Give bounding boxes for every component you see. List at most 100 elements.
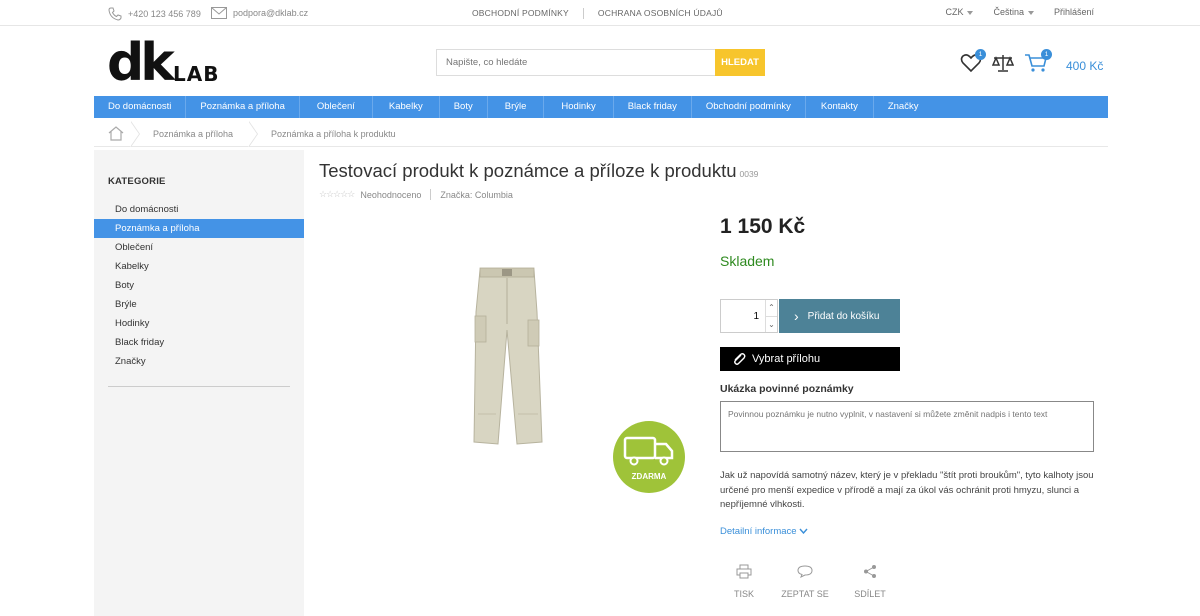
category-sidebar: KATEGORIE Do domácnosti Poznámka a přílo… [94,150,304,616]
privacy-link[interactable]: OCHRANA OSOBNÍCH ÚDAJŮ [598,8,723,19]
detail-info-link[interactable]: Detailní informace [720,526,808,537]
divider [582,8,584,19]
product-title-text: Testovací produkt k poznámce a příloze k… [319,160,737,181]
breadcrumb: Poznámka a příloha Poznámka a příloha k … [94,120,1108,147]
login-link[interactable]: Přihlášení [1054,7,1094,17]
rating-text: Neohodnoceno [360,189,422,200]
divider [430,189,432,200]
wishlist-count: 1 [975,49,986,60]
breadcrumb-separator [248,120,261,147]
top-links: OBCHODNÍ PODMÍNKY OCHRANA OSOBNÍCH ÚDAJŮ [472,8,723,19]
nav-item-terms[interactable]: Obchodní podmínky [692,96,806,118]
product-meta: ☆☆☆☆☆ Neohodnoceno Značka: Columbia [319,189,513,200]
cart-count: 1 [1041,49,1052,60]
product-image[interactable] [466,264,546,446]
wishlist-button[interactable]: 1 [960,49,986,78]
phone-icon [108,7,122,21]
logo-sub-text: LAB [173,62,219,84]
cart-button[interactable]: 1 [1024,49,1052,78]
chevron-down-icon [799,529,808,535]
chevron-down-icon [967,10,974,15]
sidebar-item-glasses[interactable]: Brýle [94,295,304,314]
currency-value: CZK [945,7,964,17]
search-input[interactable] [436,49,715,76]
ask-question-button[interactable]: ZEPTAT SE [778,564,832,599]
availability-status: Skladem [720,253,775,269]
sidebar-item-black-friday[interactable]: Black friday [94,333,304,352]
language-value: Čeština [993,7,1024,17]
email-address: podpora@dklab.cz [233,8,309,18]
email-contact[interactable]: podpora@dklab.cz [211,7,308,19]
phone-contact[interactable]: +420 123 456 789 [108,7,201,21]
sidebar-item-note[interactable]: Poznámka a příloha [94,219,304,238]
nav-item-shoes[interactable]: Boty [440,96,488,118]
share-button[interactable]: SDÍLET [852,564,888,599]
logo-image: dk LAB [107,33,219,93]
currency-select[interactable]: CZK [945,7,974,17]
sidebar-item-bags[interactable]: Kabelky [94,257,304,276]
quantity-arrows: ⌃ ⌄ [765,300,777,332]
free-shipping-badge: ZDARMA [613,421,685,493]
product-price: 1 150 Kč [720,215,806,238]
compare-button[interactable] [991,53,1015,78]
logo[interactable]: dk LAB [107,33,227,93]
choose-attachment-label: Vybrat přílohu [752,353,821,365]
search-button[interactable]: HLEDAT [715,49,765,76]
note-textarea[interactable] [720,401,1094,452]
phone-number: +420 123 456 789 [128,9,201,19]
brand-link[interactable]: Značka: Columbia [440,190,513,200]
nav-item-clothing[interactable]: Oblečení [300,96,373,118]
breadcrumb-item[interactable]: Poznámka a příloha [153,129,233,139]
print-button[interactable]: TISK [726,564,762,599]
terms-link[interactable]: OBCHODNÍ PODMÍNKY [472,8,569,19]
sidebar-item-watches[interactable]: Hodinky [94,314,304,333]
ask-question-label: ZEPTAT SE [781,589,829,599]
nav-item-brands[interactable]: Značky [874,96,933,118]
scales-icon [991,55,1015,72]
detail-info-label: Detailní informace [720,526,797,537]
share-label: SDÍLET [854,589,886,599]
speech-bubble-icon [797,565,813,579]
product-title: Testovací produkt k poznámce a příloze k… [319,160,758,182]
sidebar-item-home[interactable]: Do domácnosti [94,200,304,219]
print-label: TISK [733,589,754,599]
choose-attachment-button[interactable]: Vybrat přílohu [720,347,900,371]
language-select[interactable]: Čeština [993,7,1034,17]
nav-item-bags[interactable]: Kabelky [373,96,440,118]
breadcrumb-current: Poznámka a příloha k produktu [271,128,396,139]
nav-item-note[interactable]: Poznámka a příloha [186,96,300,118]
nav-item-black-friday[interactable]: Black friday [614,96,692,118]
nav-item-home[interactable]: Do domácnosti [94,96,187,118]
rating-stars-icon[interactable]: ☆☆☆☆☆ [319,189,355,200]
home-icon[interactable] [101,126,131,141]
sidebar-item-shoes[interactable]: Boty [94,276,304,295]
nav-item-contacts[interactable]: Kontakty [806,96,874,118]
mail-icon [211,7,227,19]
chevron-down-icon[interactable]: ⌄ [766,317,777,333]
nav-item-glasses[interactable]: Brýle [488,96,545,118]
breadcrumb-separator [130,120,143,147]
sidebar-item-clothing[interactable]: Oblečení [94,238,304,257]
chevron-down-icon [1027,10,1034,15]
quantity-stepper: ⌃ ⌄ [720,299,778,333]
free-shipping-label: ZDARMA [631,472,667,481]
top-right-menu: CZK Čeština Přihlášení [945,7,1094,17]
chevron-right-icon: › [794,308,799,324]
header-icons: 1 1 400 Kč [960,49,1103,78]
divider [108,386,290,387]
logo-main-text: dk [107,36,176,84]
cart-total[interactable]: 400 Kč [1066,59,1103,73]
quantity-input[interactable] [721,300,765,332]
pants-image [473,267,543,445]
printer-icon [736,564,752,579]
share-icon [864,565,876,578]
add-to-cart-button[interactable]: › Přidat do košíku [779,299,900,333]
truck-icon [623,436,674,466]
add-to-cart-label: Přidat do košíku [807,310,880,322]
sidebar-item-brands[interactable]: Značky [94,352,304,371]
product-code: 0039 [739,169,759,179]
nav-item-watches[interactable]: Hodinky [544,96,614,118]
main-nav: Do domácnosti Poznámka a příloha Oblečen… [94,96,1108,118]
chevron-up-icon[interactable]: ⌃ [766,300,777,317]
sidebar-title: KATEGORIE [108,176,166,187]
